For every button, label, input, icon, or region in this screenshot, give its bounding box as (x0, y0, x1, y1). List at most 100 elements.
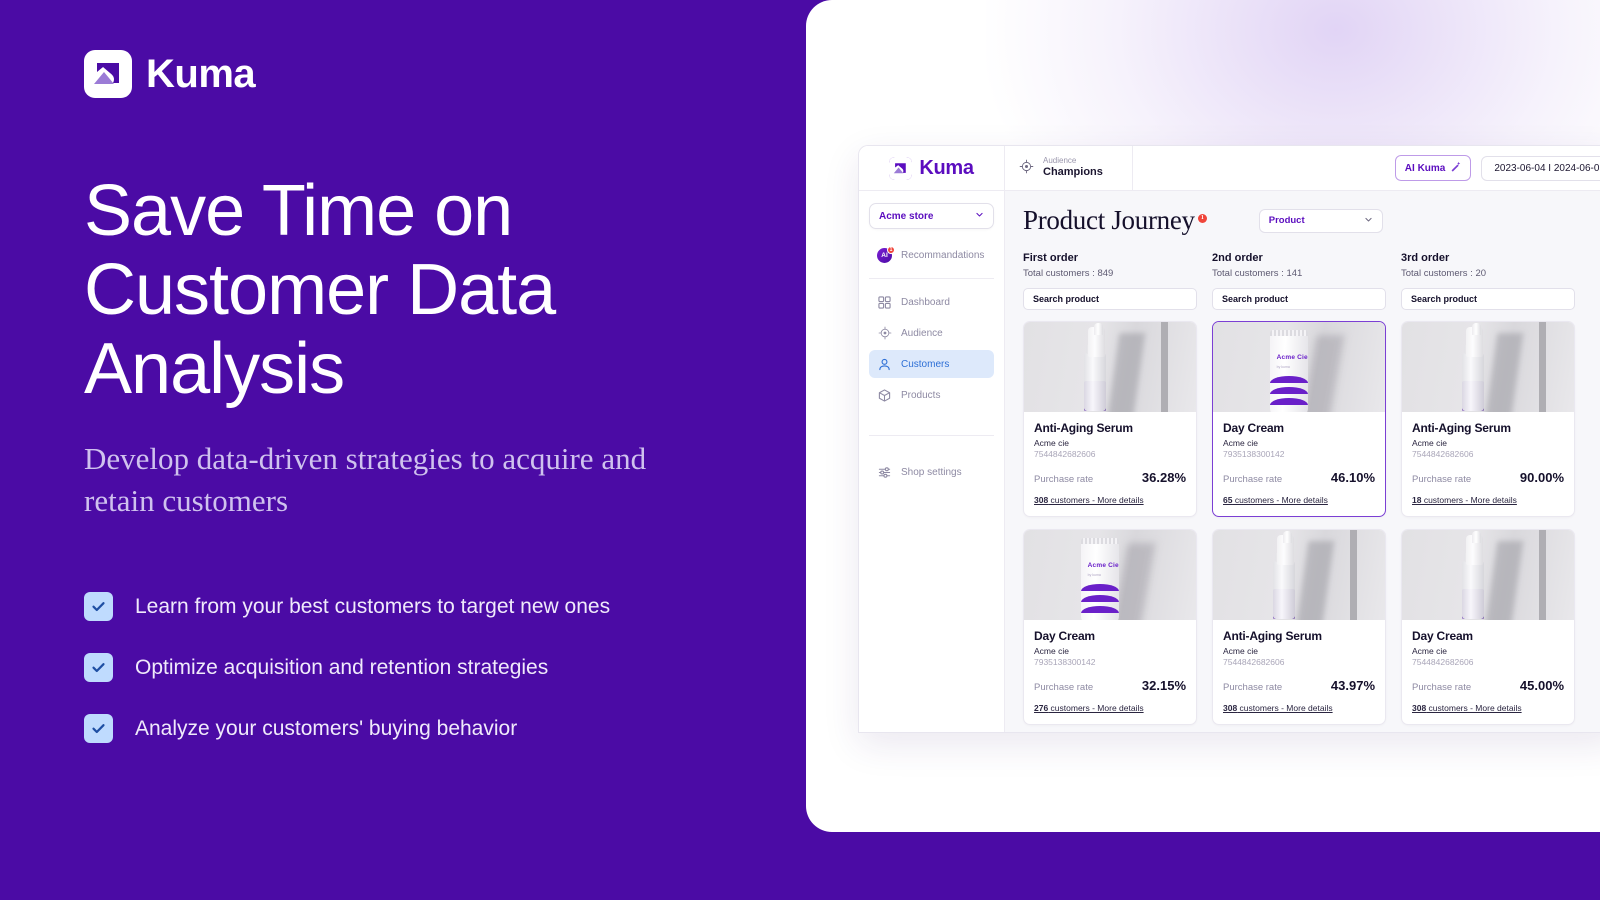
product-card[interactable]: Acme Cie by kuma Day Cream Acme cie 7935… (1023, 529, 1197, 725)
purchase-rate-value: 32.15% (1141, 678, 1186, 693)
sidebar-item-customers[interactable]: Customers (869, 350, 994, 378)
mock-brand-text: Acme Cie (1276, 354, 1308, 362)
sidebar-item-products[interactable]: Products (869, 381, 994, 409)
product-brand: Acme cie (1412, 438, 1447, 448)
product-sku: 7544842682606 (1412, 657, 1474, 667)
box-icon (877, 388, 892, 403)
product-image: Acme Cie by kuma (1024, 530, 1196, 620)
product-name: Anti-Aging Serum (1223, 629, 1322, 643)
product-sku: 7544842682606 (1412, 449, 1474, 459)
product-filter-select[interactable]: Product (1258, 208, 1383, 233)
journey-column-second-order: 2nd order Total customers : 141 Search p… (1212, 252, 1386, 732)
product-name: Day Cream (1034, 629, 1095, 643)
list-item: Analyze your customers' buying behavior (84, 714, 610, 743)
sidebar-item-label: Audience (901, 327, 943, 339)
more-details-link[interactable]: 18 customers - More details (1412, 495, 1517, 505)
product-image (1213, 530, 1385, 620)
customer-count: 308 (1223, 703, 1238, 713)
search-input[interactable]: Search product (1401, 288, 1575, 310)
journey-columns: First order Total customers : 849 Search… (1023, 252, 1600, 732)
purchase-rate-label: Purchase rate (1034, 474, 1094, 485)
more-details-text: customers - More details (1237, 703, 1333, 713)
product-name: Anti-Aging Serum (1412, 421, 1511, 435)
sidebar-item-recommandations[interactable]: AI 1 Recommandations (869, 241, 994, 269)
notification-badge: 1 (887, 245, 895, 254)
product-brand: Acme cie (1223, 438, 1258, 448)
grid-icon (877, 295, 892, 310)
column-subtitle: Total customers : 141 (1212, 268, 1303, 279)
product-brand: Acme cie (1034, 438, 1069, 448)
product-image (1402, 322, 1574, 412)
sidebar-item-audience[interactable]: Audience (869, 319, 994, 347)
product-card[interactable]: Acme Cie by kuma Day Cream Acme cie 7935… (1212, 321, 1386, 517)
store-selector[interactable]: Acme store (869, 203, 994, 229)
page-title: Save Time on Customer Data Analysis (84, 171, 556, 410)
kuma-bear-logo-icon (889, 156, 913, 180)
sidebar-divider (869, 435, 994, 436)
search-input[interactable]: Search product (1023, 288, 1197, 310)
product-name: Day Cream (1412, 629, 1473, 643)
check-icon (84, 714, 113, 743)
feature-checklist: Learn from your best customers to target… (84, 592, 610, 743)
more-details-link[interactable]: 308 customers - More details (1034, 495, 1144, 505)
audience-kicker: Audience (1043, 156, 1077, 166)
purchase-rate-value: 46.10% (1330, 470, 1375, 485)
product-image: Acme Cie by kuma (1213, 322, 1385, 412)
product-card[interactable]: Anti-Aging Serum Acme cie 7544842682606 … (1212, 529, 1386, 725)
title-badge: 1 (1197, 214, 1207, 223)
sidebar-item-label: Dashboard (901, 296, 950, 308)
app-logo[interactable]: Kuma (859, 146, 1005, 190)
more-details-link[interactable]: 276 customers - More details (1034, 703, 1144, 713)
search-input[interactable]: Search product (1212, 288, 1386, 310)
list-item: Optimize acquisition and retention strat… (84, 653, 610, 682)
content-header: Product Journey 1 Product (1023, 205, 1600, 236)
app-logo-text: Kuma (919, 156, 974, 179)
screenshot-panel: Kuma Audience Champions AI Kuma 2023-06-… (806, 0, 1600, 832)
product-card[interactable]: Anti-Aging Serum Acme cie 7544842682606 … (1023, 321, 1197, 517)
audience-selector[interactable]: Audience Champions (1005, 146, 1133, 190)
more-details-link[interactable]: 308 customers - More details (1223, 703, 1333, 713)
user-icon (877, 357, 892, 372)
date-range-picker[interactable]: 2023-06-04 I 2024-06-03 (1481, 155, 1600, 181)
product-card[interactable]: Anti-Aging Serum Acme cie 7544842682606 … (1401, 321, 1575, 517)
product-image (1024, 322, 1196, 412)
product-brand: Acme cie (1412, 646, 1447, 656)
chevron-down-icon (975, 210, 984, 222)
customer-count: 308 (1412, 703, 1427, 713)
target-icon (877, 326, 892, 341)
product-card[interactable]: Day Cream Acme cie 7544842682606 Purchas… (1401, 529, 1575, 725)
ai-kuma-button[interactable]: AI Kuma (1394, 155, 1472, 181)
sidebar-divider (869, 278, 994, 279)
store-selector-label: Acme store (879, 210, 934, 222)
sidebar-item-dashboard[interactable]: Dashboard (869, 288, 994, 316)
purchase-rate-label: Purchase rate (1223, 474, 1283, 485)
more-details-link[interactable]: 308 customers - More details (1412, 703, 1522, 713)
checklist-label: Analyze your customers' buying behavior (135, 716, 518, 740)
product-brand: Acme cie (1223, 646, 1258, 656)
check-icon (84, 653, 113, 682)
purchase-rate-value: 90.00% (1519, 470, 1564, 485)
sidebar-item-shop-settings[interactable]: Shop settings (869, 458, 994, 486)
more-details-link[interactable]: 65 customers - More details (1223, 495, 1328, 505)
chevron-down-icon (1364, 215, 1373, 227)
more-details-text: customers - More details (1426, 703, 1522, 713)
ai-kuma-label: AI Kuma (1404, 162, 1446, 174)
checklist-label: Learn from your best customers to target… (135, 594, 611, 618)
product-sku: 7935138300142 (1034, 657, 1096, 667)
purchase-rate-value: 43.97% (1330, 678, 1375, 693)
sidebar-item-label: Products (901, 389, 941, 401)
sidebar-item-label: Customers (901, 358, 950, 370)
more-details-text: customers - More details (1421, 495, 1517, 505)
app-body: Acme store AI 1 Recommandations Dashboar… (859, 191, 1600, 732)
purchase-rate-label: Purchase rate (1034, 682, 1094, 693)
product-image (1402, 530, 1574, 620)
product-filter-label: Product (1268, 215, 1305, 226)
topbar-actions: AI Kuma 2023-06-04 I 2024-06-03 (1385, 146, 1600, 190)
hero-subhead: Develop data-driven strategies to acquir… (84, 441, 647, 518)
app-window: Kuma Audience Champions AI Kuma 2023-06-… (858, 145, 1600, 733)
mock-sub-text: by kuma (1276, 365, 1290, 370)
sliders-icon (877, 465, 892, 480)
check-icon (84, 592, 113, 621)
purchase-rate-label: Purchase rate (1412, 474, 1472, 485)
